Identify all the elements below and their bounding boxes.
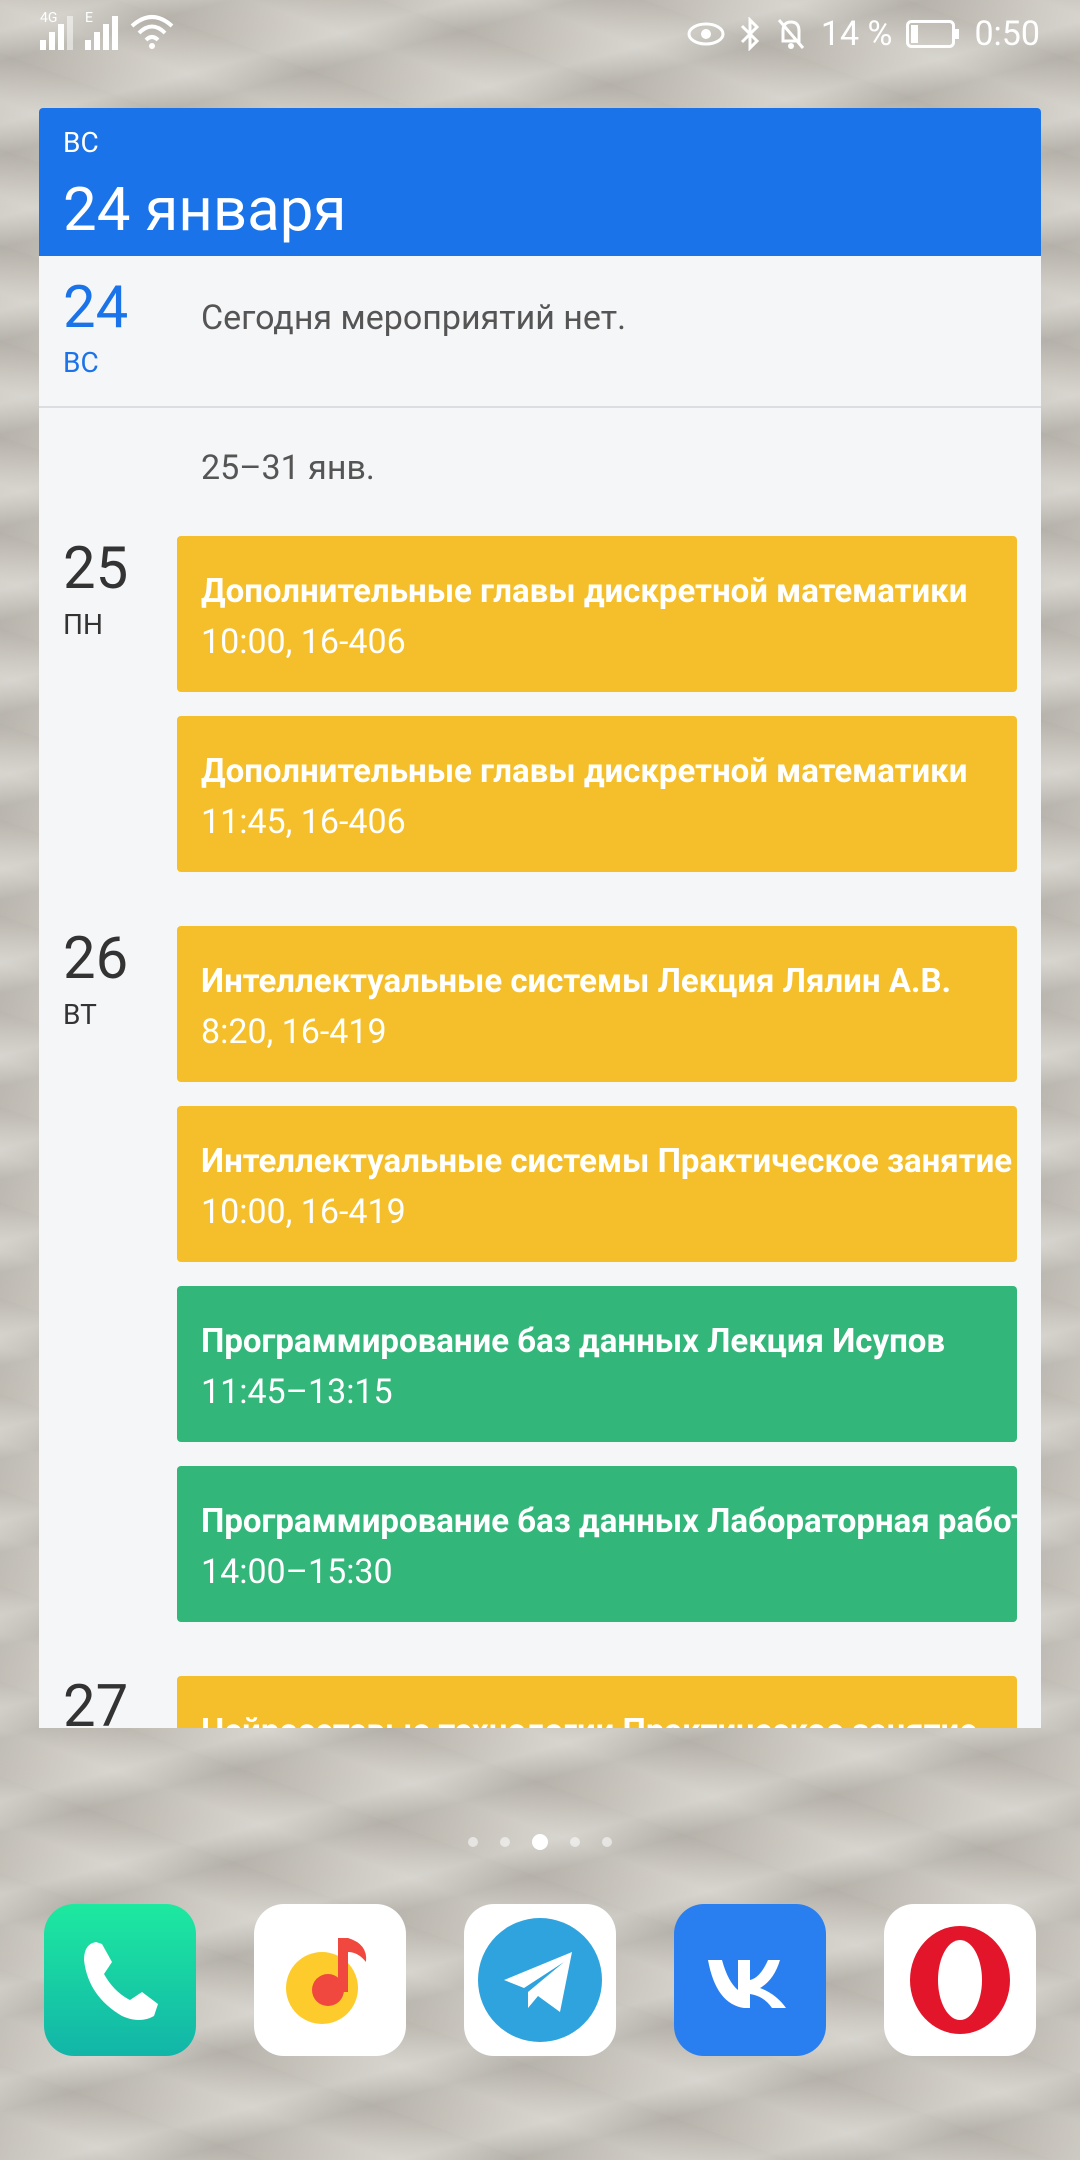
eye-comfort-icon (687, 22, 725, 46)
page-dot[interactable] (468, 1837, 478, 1847)
clock: 0:50 (974, 14, 1040, 54)
header-day-of-week: ВС (63, 126, 99, 159)
app-dock (0, 1904, 1080, 2056)
status-left: 4G E (40, 10, 174, 50)
today-day-number: 24 (63, 274, 129, 342)
yandex-music-app-icon[interactable] (254, 1904, 406, 2056)
week-range-label: 25–31 янв. (201, 448, 375, 488)
page-dot-active[interactable] (532, 1834, 548, 1850)
event-card[interactable]: Программирование баз данных Лабораторная… (177, 1466, 1017, 1622)
status-bar: 4G E 14 % 0:50 (0, 0, 1080, 72)
event-title: Интеллектуальные системы Лекция Лялин А.… (201, 962, 952, 1001)
event-time: 8:20, 16-419 (201, 1012, 387, 1052)
signal-icon-2: E (85, 10, 118, 50)
today-day-of-week: ВС (63, 346, 99, 379)
day-label-26: 26 ВТ (63, 930, 128, 1031)
battery-icon (906, 20, 960, 48)
event-time: 10:00, 16-419 (201, 1192, 406, 1232)
day-of-week: ПН (63, 608, 103, 641)
telegram-app-icon[interactable] (464, 1904, 616, 2056)
network-type-2: E (85, 10, 93, 26)
notifications-muted-icon (777, 19, 805, 49)
widget-header[interactable]: ВС 24 января (39, 108, 1041, 256)
page-dot[interactable] (500, 1837, 510, 1847)
event-time: 11:45, 16-406 (201, 802, 406, 842)
event-card[interactable]: Нейросетевые технологии Практическое зан… (177, 1676, 1017, 1728)
signal-icon-1: 4G (40, 10, 73, 50)
event-time: 10:00, 16-406 (201, 622, 406, 662)
day-of-week: ВТ (63, 998, 97, 1031)
event-time: 14:00–15:30 (201, 1552, 393, 1592)
status-right: 14 % 0:50 (687, 14, 1040, 54)
event-title: Интеллектуальные системы Практическое за… (201, 1142, 1013, 1181)
event-card[interactable]: Интеллектуальные системы Лекция Лялин А.… (177, 926, 1017, 1082)
network-type-1: 4G (40, 10, 58, 26)
day-number: 26 (63, 925, 129, 993)
header-date: 24 января (63, 174, 347, 245)
event-title: Дополнительные главы дискретной математи… (201, 752, 968, 791)
event-title: Программирование баз данных Лабораторная… (201, 1502, 1017, 1541)
event-card[interactable]: Дополнительные главы дискретной математи… (177, 536, 1017, 692)
event-title: Программирование баз данных Лекция Исупо… (201, 1322, 946, 1361)
event-title: Нейросетевые технологии Практическое зан… (201, 1712, 977, 1728)
today-row[interactable]: 24 ВС Сегодня мероприятий нет. (39, 256, 1041, 408)
wifi-icon (130, 15, 174, 49)
page-indicator (0, 1834, 1080, 1850)
event-time: 11:45–13:15 (201, 1372, 393, 1412)
phone-app-icon[interactable] (44, 1904, 196, 2056)
calendar-widget[interactable]: ВС 24 января 24 ВС Сегодня мероприятий н… (39, 108, 1041, 1728)
bluetooth-icon (740, 17, 759, 51)
event-card[interactable]: Интеллектуальные системы Практическое за… (177, 1106, 1017, 1262)
day-number: 27 (63, 1673, 129, 1728)
event-title: Дополнительные главы дискретной математи… (201, 572, 968, 611)
day-number: 25 (63, 535, 129, 603)
page-dot[interactable] (570, 1837, 580, 1847)
day-label-27: 27 (63, 1678, 128, 1728)
event-card[interactable]: Программирование баз данных Лекция Исупо… (177, 1286, 1017, 1442)
battery-percent: 14 % (820, 14, 893, 54)
vk-app-icon[interactable] (674, 1904, 826, 2056)
event-card[interactable]: Дополнительные главы дискретной математи… (177, 716, 1017, 872)
day-label-25: 25 ПН (63, 540, 128, 641)
page-dot[interactable] (602, 1837, 612, 1847)
opera-app-icon[interactable] (884, 1904, 1036, 2056)
no-events-message: Сегодня мероприятий нет. (201, 298, 627, 338)
